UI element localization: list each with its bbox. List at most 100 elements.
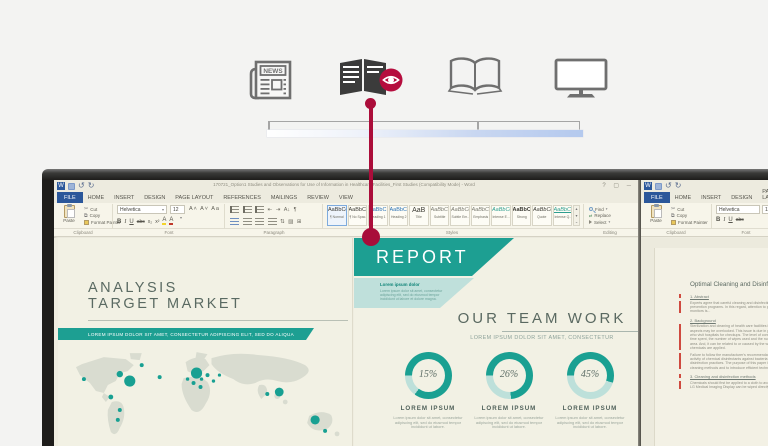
newspaper-icon[interactable]: NEWS bbox=[247, 56, 295, 104]
donut-title: LOREM IPSUM bbox=[548, 405, 632, 412]
font-name-select[interactable]: Helvetica bbox=[716, 205, 760, 214]
borders-icon[interactable]: ⊞ bbox=[297, 219, 302, 225]
paragraph-list-buttons[interactable]: ⇤ ⇥ A↓ ¶ bbox=[230, 206, 297, 213]
strikethrough-button[interactable]: abc bbox=[137, 219, 145, 225]
align-center-icon[interactable] bbox=[243, 218, 252, 225]
team-subtitle: LOREM IPSUM DOLOR SIT AMET, CONSECTETUR bbox=[450, 335, 634, 341]
increase-indent-icon[interactable]: ⇥ bbox=[276, 207, 281, 213]
underline-button[interactable]: U bbox=[728, 217, 732, 223]
shading-icon[interactable]: ▨ bbox=[288, 219, 293, 225]
section-body: Sterilization and cleaning of health car… bbox=[690, 324, 768, 350]
donut-value: 26% bbox=[486, 369, 533, 380]
tab-design[interactable]: DESIGN bbox=[726, 192, 757, 203]
ribbon-tabs: FILE HOME INSERT DESIGN PAGE LAYOUT bbox=[641, 192, 768, 203]
donut-panel-1: 15% LOREM IPSUM Lorem ipsum dolor sit am… bbox=[386, 352, 470, 430]
tab-file[interactable]: FILE bbox=[57, 192, 83, 203]
grow-shrink-font-buttons[interactable]: A˄ A˅ Aa bbox=[189, 206, 220, 212]
strikethrough-button[interactable]: abc bbox=[736, 217, 744, 223]
quick-access-toolbar[interactable]: W ↺ ↻ bbox=[644, 182, 681, 190]
paste-button[interactable]: Paste bbox=[59, 205, 79, 223]
paste-button[interactable]: Paste bbox=[646, 205, 666, 223]
style-normal[interactable]: AaBbCc¶ Normal bbox=[327, 205, 347, 226]
section-heading: 1. Abstract bbox=[690, 294, 768, 299]
font-format-buttons[interactable]: B I U abc bbox=[716, 217, 744, 223]
copy-icon: ⧉ bbox=[671, 213, 675, 219]
format-painter-button[interactable]: Format Painter bbox=[671, 219, 708, 226]
italic-button[interactable]: I bbox=[124, 219, 126, 225]
styles-gallery-scroll[interactable]: ▴▾⌄ bbox=[573, 205, 580, 226]
multilevel-list-icon[interactable] bbox=[255, 206, 264, 213]
tab-file[interactable]: FILE bbox=[644, 192, 670, 203]
style-heading2[interactable]: AaBbCcHeading 2 bbox=[389, 205, 409, 226]
decrease-indent-icon[interactable]: ⇤ bbox=[268, 207, 273, 213]
donut-chart-15: 15% bbox=[405, 352, 452, 399]
style-strong[interactable]: AaBbCcStrong bbox=[512, 205, 532, 226]
open-book-icon[interactable] bbox=[446, 56, 504, 96]
style-no-spacing[interactable]: AaBbCcI¶ No Spac... bbox=[348, 205, 368, 226]
superscript-button[interactable]: x² bbox=[155, 219, 159, 225]
numbered-list-icon[interactable] bbox=[243, 206, 252, 213]
save-icon[interactable] bbox=[655, 183, 662, 190]
donut-value: 15% bbox=[405, 369, 452, 380]
style-subtitle[interactable]: AaBbCc.Subtitle bbox=[430, 205, 450, 226]
quick-access-toolbar[interactable]: W ↺ ↻ bbox=[57, 182, 94, 190]
style-subtle-emphasis[interactable]: AaBbCc.Subtle Em... bbox=[450, 205, 470, 226]
tab-home[interactable]: HOME bbox=[83, 192, 110, 203]
brush-icon bbox=[84, 220, 89, 225]
tab-design[interactable]: DESIGN bbox=[139, 192, 170, 203]
subscript-button[interactable]: x₂ bbox=[148, 219, 152, 225]
align-right-icon[interactable] bbox=[255, 218, 264, 225]
tab-review[interactable]: REVIEW bbox=[302, 192, 334, 203]
select-icon bbox=[589, 220, 592, 224]
style-quote[interactable]: AaBbCcQuote bbox=[532, 205, 552, 226]
font-name-select[interactable]: Helvetica▾ bbox=[117, 205, 167, 214]
tab-page-layout[interactable]: PAGE LAYOUT bbox=[757, 186, 768, 203]
bullet-list-icon[interactable] bbox=[230, 206, 239, 213]
tab-insert[interactable]: INSERT bbox=[696, 192, 726, 203]
select-button[interactable]: Select▾ bbox=[589, 219, 611, 226]
window-controls[interactable]: ? ▢ ─ bbox=[602, 182, 634, 189]
undo-icon[interactable]: ↺ bbox=[665, 182, 672, 190]
scale-ruler bbox=[268, 121, 580, 130]
sort-icon[interactable]: A↓ bbox=[284, 207, 290, 213]
tab-view[interactable]: VIEW bbox=[334, 192, 358, 203]
tab-insert[interactable]: INSERT bbox=[109, 192, 139, 203]
donut-value: 45% bbox=[567, 369, 614, 380]
align-left-icon[interactable] bbox=[230, 218, 239, 225]
style-intense-emphasis[interactable]: AaBbCc.Intense E... bbox=[491, 205, 511, 226]
line-spacing-icon[interactable]: ⇅ bbox=[280, 219, 285, 225]
tab-references[interactable]: REFERENCES bbox=[218, 192, 266, 203]
redo-icon[interactable]: ↻ bbox=[675, 182, 682, 190]
justify-icon[interactable] bbox=[268, 218, 277, 225]
monitor-icon[interactable] bbox=[554, 58, 608, 98]
format-painter-button[interactable]: Format Painter bbox=[84, 219, 121, 226]
tab-page-layout[interactable]: PAGE LAYOUT bbox=[170, 192, 218, 203]
save-icon[interactable] bbox=[68, 183, 75, 190]
monitor-bezel: W ↺ ↻ 170721_Option1 Studies and Observa… bbox=[42, 169, 768, 446]
style-intense-quote[interactable]: AaBbCcIntense Q... bbox=[553, 205, 573, 226]
tab-mailings[interactable]: MAILINGS bbox=[266, 192, 302, 203]
word-app-icon: W bbox=[57, 182, 65, 190]
undo-icon[interactable]: ↺ bbox=[78, 182, 85, 190]
font-size-select[interactable]: 11 bbox=[762, 205, 768, 214]
highlight-button[interactable]: A bbox=[162, 217, 166, 225]
tab-home[interactable]: HOME bbox=[670, 192, 697, 203]
bold-button[interactable]: B bbox=[716, 217, 720, 223]
side-doc-title: Optimal Cleaning and Disinfecting bbox=[690, 281, 768, 288]
font-size-select[interactable]: 12▾ bbox=[170, 205, 185, 214]
style-title[interactable]: AaBTitle bbox=[409, 205, 429, 226]
style-emphasis[interactable]: AaBbCc.Emphasis bbox=[471, 205, 491, 226]
group-font: Font bbox=[741, 230, 750, 235]
font-format-buttons[interactable]: B I U abc x₂ x² A A bbox=[117, 217, 173, 225]
pilcrow-icon[interactable]: ¶ bbox=[294, 207, 297, 213]
replace-button[interactable]: ⇄Replace bbox=[589, 213, 611, 220]
underline-button[interactable]: U bbox=[129, 219, 133, 225]
bold-button[interactable]: B bbox=[117, 219, 121, 225]
font-color-button[interactable]: A bbox=[169, 217, 173, 225]
italic-button[interactable]: I bbox=[723, 217, 725, 223]
redo-icon[interactable]: ↻ bbox=[88, 182, 95, 190]
magazine-eye-icon[interactable] bbox=[338, 57, 404, 101]
connector-dot bbox=[362, 228, 380, 246]
group-editing: Editing bbox=[603, 230, 617, 235]
paragraph-align-buttons[interactable]: ⇅ ▨ ⊞ bbox=[230, 218, 301, 225]
